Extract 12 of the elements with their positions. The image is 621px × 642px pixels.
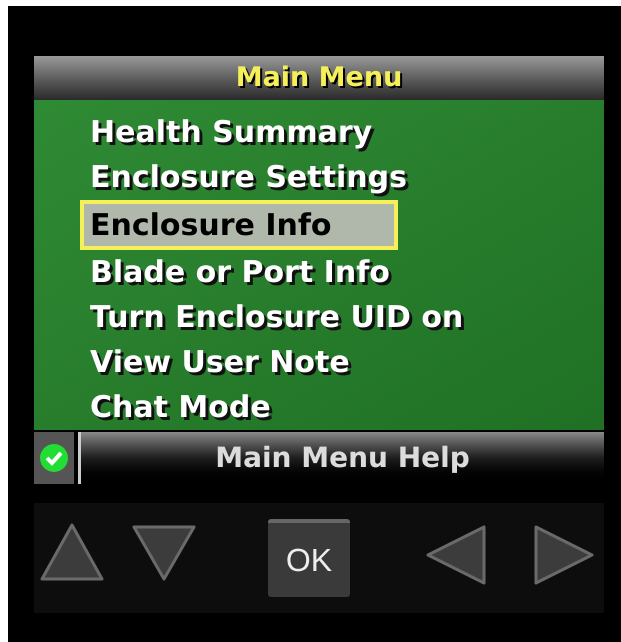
help-label: Main Menu Help — [215, 440, 470, 476]
menu-item[interactable]: Enclosure Info — [80, 200, 398, 250]
menu-item[interactable]: Health Summary — [90, 110, 604, 155]
menu-item[interactable]: Turn Enclosure UID on — [90, 295, 604, 340]
menu-title: Main Menu — [236, 60, 402, 95]
ok-button[interactable]: OK — [268, 519, 350, 597]
help-bar[interactable]: Main Menu Help — [78, 432, 604, 484]
menu-item[interactable]: View User Note — [90, 340, 604, 385]
menu-item[interactable]: Blade or Port Info — [90, 250, 604, 295]
menu-item[interactable]: Chat Mode — [90, 385, 604, 430]
check-icon — [39, 443, 69, 473]
menu-item[interactable]: Enclosure Settings — [90, 155, 604, 200]
